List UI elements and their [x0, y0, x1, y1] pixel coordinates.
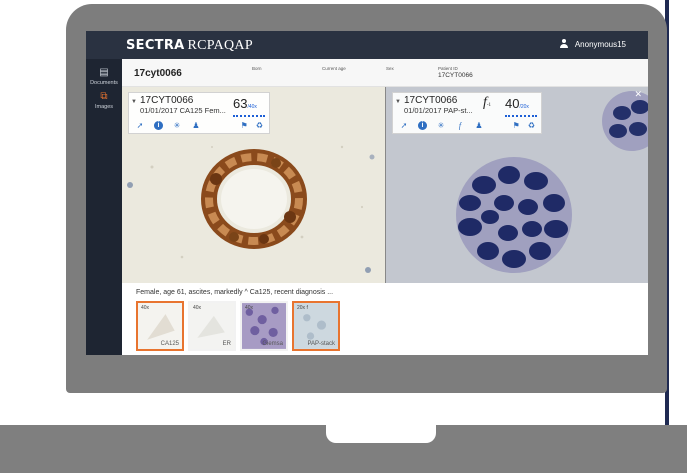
- user-icon: [559, 39, 569, 49]
- info-icon[interactable]: i: [418, 121, 427, 130]
- collapse-caret-icon[interactable]: ▼: [395, 99, 401, 105]
- flag-icon[interactable]: ⚑: [513, 121, 520, 130]
- field-label: Patient ID: [438, 66, 458, 71]
- thumbnail-magnification: 20x f: [297, 305, 308, 311]
- field-sex: Sex: [386, 66, 394, 71]
- magnification-unit: /40x: [247, 104, 257, 110]
- app-screen: SECTRA RCPAQAP Anonymous15 ▤ Documents ⧉ …: [86, 31, 648, 355]
- flag-icon[interactable]: ⚑: [241, 121, 248, 130]
- laptop-notch: [326, 425, 436, 443]
- field-patient-id: Patient ID 17CYT0066: [438, 66, 473, 79]
- brand-bold: SECTRA: [126, 38, 185, 53]
- viewer-toolbar: ➚ i ✳ ♟: [135, 121, 201, 130]
- magnification-indicator: [505, 114, 537, 117]
- person-icon[interactable]: ♟: [191, 121, 201, 130]
- info-icon[interactable]: i: [154, 121, 163, 130]
- zoom-tool-icon[interactable]: ➚: [135, 121, 145, 130]
- slide-subtitle: 01/01/2017 CA125 Fem...: [140, 106, 226, 115]
- brand-logo: SECTRA RCPAQAP: [126, 36, 253, 54]
- thumbnail-label: CA125: [160, 341, 179, 347]
- magic-wand-icon[interactable]: ✳: [172, 121, 182, 130]
- laptop-mockup: SECTRA RCPAQAP Anonymous15 ▤ Documents ⧉ …: [0, 0, 687, 473]
- sidebar-item-documents[interactable]: ▤ Documents: [86, 67, 122, 86]
- images-icon: ⧉: [100, 91, 108, 102]
- slide-viewer-left[interactable]: ▼ 17CYT0066 01/01/2017 CA125 Fem... 63/4…: [122, 87, 385, 283]
- field-born: Born: [252, 66, 262, 71]
- top-bar: SECTRA RCPAQAP Anonymous15: [86, 31, 648, 59]
- slide-id: 17CYT0066: [404, 95, 458, 106]
- focus-icon[interactable]: f: [455, 121, 465, 130]
- person-icon[interactable]: ♟: [474, 121, 484, 130]
- thumbnail-pap-stack[interactable]: 20x f PAP-stack: [292, 301, 340, 351]
- magic-wand-icon[interactable]: ✳: [436, 121, 446, 130]
- magnification-unit: /20x: [519, 104, 529, 110]
- case-title: 17cyt0066: [134, 68, 182, 79]
- sidebar-item-images[interactable]: ⧉ Images: [86, 91, 122, 110]
- magnification-value: 63: [233, 96, 248, 111]
- sidebar-item-label: Images: [94, 104, 114, 110]
- slide-tray: Female, age 61, ascites, markedly ^ Ca12…: [122, 283, 648, 355]
- thumbnail-ca125[interactable]: 40x CA125: [136, 301, 184, 351]
- field-label: Born: [252, 66, 262, 71]
- slide-subtitle: 01/01/2017 PAP-st...: [404, 106, 473, 115]
- magnification-readout[interactable]: 63/40x: [233, 96, 257, 111]
- case-header: 17cyt0066 Born Current age Sex Patient I…: [122, 59, 648, 87]
- case-caption: Female, age 61, ascites, markedly ^ Ca12…: [136, 289, 334, 296]
- slide-id: 17CYT0066: [140, 95, 194, 106]
- thumbnail-giemsa[interactable]: 40x Giemsa: [240, 301, 288, 351]
- magnification-indicator: [233, 114, 265, 117]
- zoom-tool-icon[interactable]: ➚: [399, 121, 409, 130]
- close-icon[interactable]: ✕: [634, 89, 642, 100]
- thumbnail-magnification: 40x: [245, 305, 254, 311]
- magnification-value: 40: [505, 96, 520, 111]
- thumbnail-magnification: 40x: [193, 305, 202, 311]
- collapse-caret-icon[interactable]: ▼: [131, 99, 137, 105]
- thumbnail-er[interactable]: 40x ER: [188, 301, 236, 351]
- document-icon: ▤: [99, 67, 109, 78]
- thumbnail-magnification: 40x: [141, 305, 150, 311]
- thumbnail-label: ER: [222, 341, 231, 347]
- magnification-readout[interactable]: 40/20x: [505, 96, 529, 111]
- viewer-toolbar-right: ⚑ ♻: [513, 121, 535, 130]
- viewer-toolbar: ➚ i ✳ f ♟: [399, 121, 484, 130]
- slide-info-panel-right: ▼ 17CYT0066 01/01/2017 PAP-st... f-1 40/…: [392, 92, 542, 134]
- focus-plane-value: -1: [486, 103, 492, 108]
- field-label: Sex: [386, 66, 394, 71]
- field-value: 17CYT0066: [438, 72, 473, 79]
- thumbnail-label: Giemsa: [262, 341, 283, 347]
- slide-viewer-right[interactable]: ✕ ▼ 17CYT0066 01/01/2017 PAP-st... f-1 4…: [386, 87, 648, 283]
- field-label: Current age: [322, 66, 346, 71]
- sidebar: ▤ Documents ⧉ Images: [86, 59, 122, 355]
- user-name: Anonymous15: [574, 39, 626, 49]
- sidebar-item-label: Documents: [90, 80, 118, 86]
- viewer-toolbar-right: ⚑ ♻: [241, 121, 263, 130]
- field-current-age: Current age: [322, 66, 346, 71]
- thumbnail-label: PAP-stack: [307, 341, 335, 347]
- sync-icon[interactable]: ♻: [528, 121, 535, 130]
- user-menu[interactable]: Anonymous15: [559, 39, 626, 49]
- brand-name: RCPAQAP: [187, 38, 253, 53]
- slide-info-panel-left: ▼ 17CYT0066 01/01/2017 CA125 Fem... 63/4…: [128, 92, 270, 134]
- focus-plane-control[interactable]: f-1: [483, 95, 491, 111]
- sync-icon[interactable]: ♻: [256, 121, 263, 130]
